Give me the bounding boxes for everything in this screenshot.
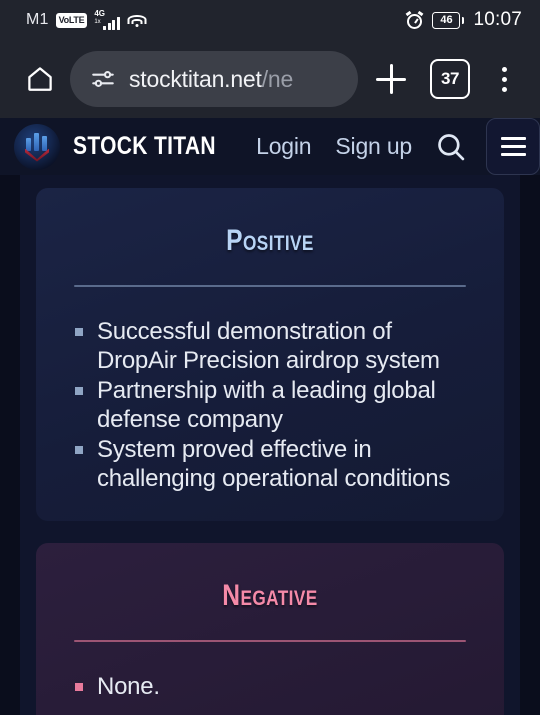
tune-icon — [92, 71, 114, 87]
negative-card-title: Negative — [222, 579, 318, 612]
home-button[interactable] — [18, 57, 62, 101]
positive-bullet-list: Successful demonstration of DropAir Prec… — [72, 317, 474, 493]
tab-switcher-button[interactable]: 37 — [430, 59, 470, 99]
page-content: Positive Successful demonstration of Dro… — [0, 175, 540, 715]
carrier-name: M1 — [26, 11, 49, 28]
network-type-label: 4G — [94, 8, 105, 18]
battery-percent: 46 — [432, 11, 461, 29]
signup-link[interactable]: Sign up — [335, 133, 412, 160]
status-bar-left: M1 VoLTE 4G 1x — [26, 8, 147, 30]
browser-toolbar: stocktitan.net/ne 37 — [0, 40, 540, 118]
stock-titan-logo[interactable] — [14, 123, 60, 170]
url-text: stocktitan.net/ne — [129, 66, 293, 93]
battery-tip — [461, 16, 465, 24]
signal-bar-group — [103, 16, 120, 30]
search-icon[interactable] — [434, 130, 468, 164]
logo-mark-icon — [22, 132, 52, 162]
url-bar[interactable]: stocktitan.net/ne — [70, 51, 358, 107]
brand-name[interactable]: STOCK TITAN — [73, 132, 216, 161]
list-item: None. — [72, 672, 474, 701]
plus-icon — [376, 64, 406, 94]
positive-card: Positive Successful demonstration of Dro… — [36, 188, 504, 521]
network-sub-label: 1x — [94, 18, 101, 25]
signal-bars-icon: 4G 1x — [94, 8, 120, 30]
negative-card-divider — [74, 640, 466, 642]
clock-time: 10:07 — [473, 9, 522, 30]
volte-badge: VoLTE — [55, 12, 88, 28]
list-item: Successful demonstration of DropAir Prec… — [72, 317, 474, 375]
battery-icon: 46 — [432, 11, 465, 29]
url-domain: stocktitan.net — [129, 65, 262, 92]
login-link[interactable]: Login — [256, 133, 311, 160]
three-dot-menu-icon — [501, 66, 507, 72]
site-header: STOCK TITAN Login Sign up — [0, 118, 540, 175]
status-bar-right: 46 10:07 — [406, 9, 522, 31]
header-nav: Login Sign up — [256, 133, 412, 160]
wifi-icon — [127, 13, 147, 28]
home-icon — [28, 67, 52, 91]
positive-card-title: Positive — [226, 224, 314, 257]
hamburger-menu-icon[interactable] — [486, 118, 540, 175]
status-bar: M1 VoLTE 4G 1x 46 10:07 — [0, 0, 540, 40]
new-tab-button[interactable] — [366, 54, 416, 104]
alarm-clock-icon — [406, 10, 424, 29]
negative-card: Negative None. — [36, 543, 504, 715]
list-item: Partnership with a leading global defens… — [72, 376, 474, 434]
tab-count: 37 — [441, 69, 459, 88]
list-item: System proved effective in challenging o… — [72, 435, 474, 493]
content-column: Positive Successful demonstration of Dro… — [20, 175, 520, 715]
overflow-menu-button[interactable] — [482, 56, 526, 102]
negative-bullet-list: None. — [72, 672, 474, 701]
url-path: /ne — [261, 65, 294, 92]
positive-card-divider — [74, 285, 466, 287]
